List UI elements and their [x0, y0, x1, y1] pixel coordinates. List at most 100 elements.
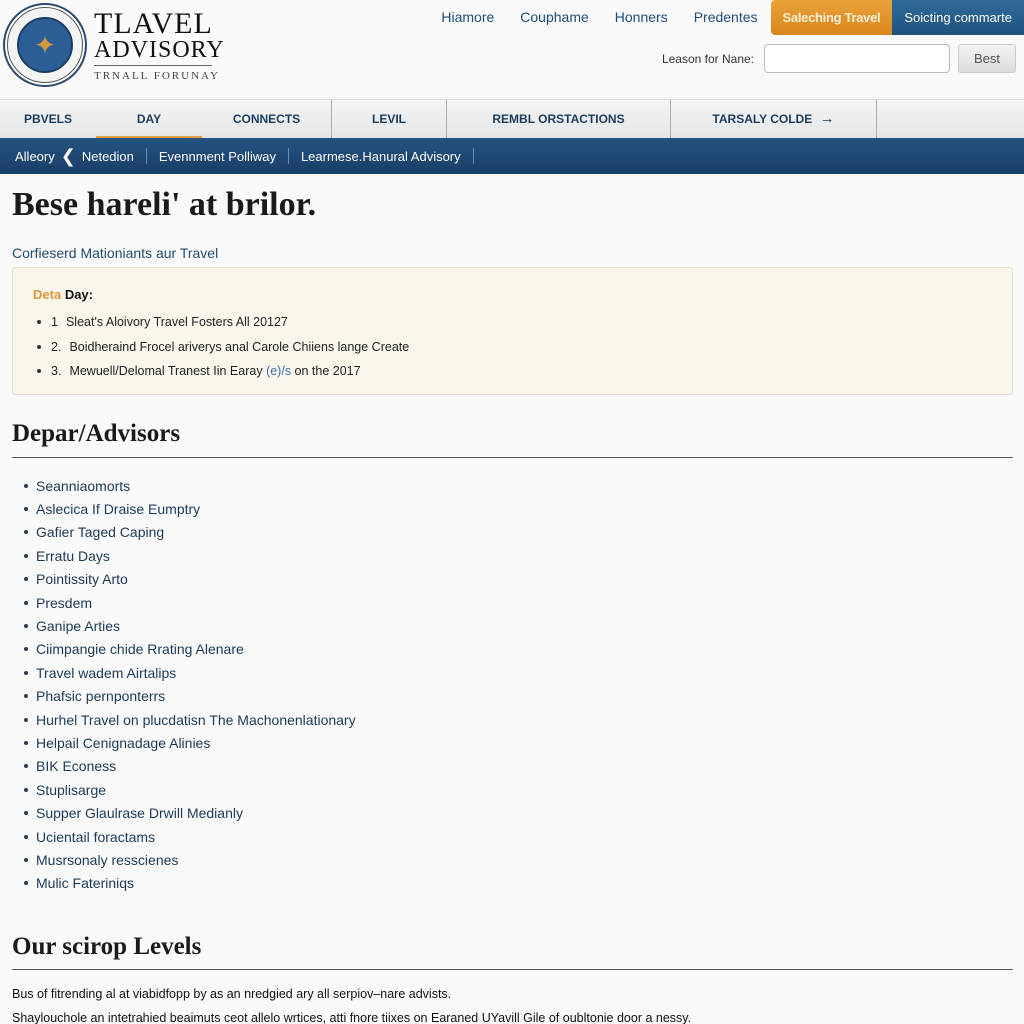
advisor-link[interactable]: Travel wadem Airtalips: [36, 665, 176, 681]
breadcrumb-item[interactable]: Alleory: [15, 149, 55, 164]
bullet-icon: [24, 647, 28, 652]
nav-tab-day[interactable]: DAY: [96, 100, 202, 139]
advisor-list-item[interactable]: Travel wadem Airtalips: [24, 661, 356, 684]
levels-section-title: Our scirop Levels: [12, 933, 202, 960]
advisor-link[interactable]: Ciimpangie chide Rrating Alenare: [36, 641, 244, 657]
advisor-list-item[interactable]: BIK Econess: [24, 755, 356, 778]
advisor-link[interactable]: Seanniaomorts: [36, 478, 130, 494]
advisor-list-item[interactable]: Supper Glaulrase Drwill Medianly: [24, 801, 356, 824]
breadcrumb: Alleory ❮ Netedion Evennment Polliway Le…: [0, 138, 1024, 174]
notice-item: 1 Sleat's Aloivory Travel Fosters All 20…: [37, 310, 409, 335]
top-nav: Hiamore Couphame Honners Predentes Salec…: [428, 0, 1024, 35]
advisor-link[interactable]: Ucientail foractams: [36, 829, 155, 845]
advisor-link[interactable]: Phafsic pernponterrs: [36, 688, 165, 704]
advisor-list-item[interactable]: Phafsic pernponterrs: [24, 685, 356, 708]
search-button[interactable]: Best: [958, 44, 1016, 73]
section-divider: [12, 457, 1013, 458]
advisor-list-item[interactable]: Seanniaomorts: [24, 474, 356, 497]
page-subheading: Corfieserd Mationiants aur Travel: [12, 245, 219, 261]
advisor-link[interactable]: Musrsonaly resscienes: [36, 852, 178, 868]
advisor-list-item[interactable]: Musrsonaly resscienes: [24, 848, 356, 871]
advisor-link[interactable]: Gafier Taged Caping: [36, 524, 164, 540]
top-nav-link[interactable]: Honners: [602, 0, 681, 35]
notice-heading: Deta Day:: [33, 287, 93, 302]
notice-item-text: Mewuell/Delomal Tranest Iin Earay: [69, 364, 263, 379]
top-nav-link[interactable]: Hiamore: [428, 0, 507, 35]
bullet-icon: [24, 577, 28, 582]
breadcrumb-divider: [472, 148, 474, 164]
levels-paragraph: Shaylouchole an intetrahied beaimuts ceo…: [12, 1011, 692, 1024]
advisor-list-item[interactable]: Mulic Fateriniqs: [24, 872, 356, 895]
notice-item-text: on the 2017: [294, 364, 361, 379]
nav-tab-tarsaly-colde[interactable]: TARSALY COLDE →: [671, 100, 877, 139]
advisor-link[interactable]: Stuplisarge: [36, 782, 106, 798]
bullet-icon: [24, 530, 28, 535]
bullet-icon: [37, 369, 41, 374]
bullet-icon: [24, 600, 28, 605]
notice-item-link[interactable]: (e)/s: [266, 364, 291, 378]
notice-item-number: 2.: [51, 339, 62, 354]
page-title: Bese hareli' at brilor.: [12, 186, 317, 223]
advisor-link[interactable]: Hurhel Travel on plucdatisn The Machonen…: [36, 712, 356, 728]
notice-heading-highlight: Deta: [33, 287, 62, 302]
secondary-button[interactable]: Soicting commarte: [892, 0, 1024, 35]
notice-box: Deta Day: 1 Sleat's Aloivory Travel Fost…: [12, 267, 1013, 395]
bullet-icon: [24, 717, 28, 722]
notice-list: 1 Sleat's Aloivory Travel Fosters All 20…: [37, 310, 409, 384]
advisor-link[interactable]: Erratu Days: [36, 548, 110, 564]
advisor-link[interactable]: BIK Econess: [36, 758, 116, 774]
search-input[interactable]: [764, 44, 950, 73]
top-nav-link[interactable]: Predentes: [681, 0, 771, 35]
bullet-icon: [24, 834, 28, 839]
advisor-list-item[interactable]: Stuplisarge: [24, 778, 356, 801]
advisor-list-item[interactable]: Pointissity Arto: [24, 568, 356, 591]
bullet-icon: [24, 624, 28, 629]
notice-item: 3. Mewuell/Delomal Tranest Iin Earay (e)…: [37, 359, 409, 384]
nav-tab-pbvels[interactable]: PBVELS: [0, 100, 96, 139]
bullet-icon: [24, 670, 28, 675]
advisor-link[interactable]: Supper Glaulrase Drwill Medianly: [36, 805, 243, 821]
bullet-icon: [24, 694, 28, 699]
breadcrumb-item[interactable]: Netedion: [82, 149, 134, 164]
notice-item-text: Boidheraind Frocel ariverys anal Carole …: [69, 339, 410, 354]
advisor-link[interactable]: Pointissity Arto: [36, 571, 128, 587]
search-form: Leason for Nane: Best: [662, 44, 1016, 73]
advisor-link[interactable]: Aslecica If Draise Eumptry: [36, 501, 200, 517]
logo-title: TLAVEL: [94, 7, 213, 40]
advisor-link[interactable]: Mulic Fateriniqs: [36, 875, 134, 891]
notice-heading-text: Day:: [64, 287, 93, 302]
advisor-link[interactable]: Presdem: [36, 595, 92, 611]
bullet-icon: [24, 881, 28, 886]
top-nav-link[interactable]: Couphame: [507, 0, 602, 35]
bullet-icon: [24, 740, 28, 745]
advisor-link[interactable]: Helpail Cenignadage Alinies: [36, 735, 210, 751]
notice-item-text: Sleat's Aloivory Travel Fosters All 2012…: [65, 315, 288, 330]
bullet-icon: [24, 507, 28, 512]
breadcrumb-item[interactable]: Evennment Polliway: [159, 149, 276, 164]
search-label: Leason for Nane:: [661, 51, 754, 66]
primary-travel-button[interactable]: Saleching Travel: [770, 0, 893, 35]
advisor-list-item[interactable]: Ganipe Arties: [24, 614, 356, 637]
advisor-list-item[interactable]: Ucientail foractams: [24, 825, 356, 848]
eagle-seal-icon[interactable]: ✦: [3, 3, 87, 87]
advisor-list-item[interactable]: Hurhel Travel on plucdatisn The Machonen…: [24, 708, 356, 731]
site-logo[interactable]: TLAVEL ADVISORY TRNALL FORUNAY: [94, 7, 224, 82]
advisor-list-item[interactable]: Erratu Days: [24, 544, 356, 567]
advisor-link[interactable]: Ganipe Arties: [36, 618, 120, 634]
advisor-list-item[interactable]: Helpail Cenignadage Alinies: [24, 731, 356, 754]
nav-tab-label: TARSALY COLDE: [712, 112, 813, 126]
nav-tab-rembl-orstactions[interactable]: REMBL ORSTACTIONS: [447, 100, 671, 139]
advisor-list-item[interactable]: Ciimpangie chide Rrating Alenare: [24, 638, 356, 661]
advisor-list-item[interactable]: Gafier Taged Caping: [24, 521, 356, 544]
breadcrumb-item[interactable]: Learmese.Hanural Advisory: [301, 149, 461, 164]
notice-item-number: 3.: [51, 364, 62, 379]
notice-item: 2. Boidheraind Frocel ariverys anal Caro…: [37, 335, 409, 360]
advisor-list-item[interactable]: Presdem: [24, 591, 356, 614]
breadcrumb-divider: [287, 148, 289, 164]
nav-tab-levil[interactable]: LEVIL: [332, 100, 447, 139]
advisor-list-item[interactable]: Aslecica If Draise Eumptry: [24, 497, 356, 520]
advisors-list: Seanniaomorts Aslecica If Draise Eumptry G…: [24, 474, 356, 895]
bullet-icon: [24, 764, 28, 769]
main-nav: PBVELS DAY CONNECTS LEVIL REMBL ORSTACTI…: [0, 99, 1024, 139]
nav-tab-connects[interactable]: CONNECTS: [202, 100, 332, 139]
